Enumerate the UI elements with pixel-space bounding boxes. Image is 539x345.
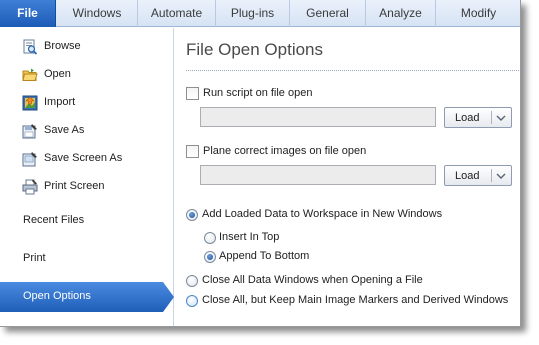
sidebar-item-open-options[interactable]: Open Options <box>0 282 174 312</box>
append-to-bottom-label: Append To Bottom <box>219 250 310 262</box>
tab-windows[interactable]: Windows <box>57 0 137 27</box>
insert-in-top-label: Insert In Top <box>219 231 280 243</box>
tab-file[interactable]: File <box>0 0 56 27</box>
run-script-checkbox[interactable] <box>186 87 199 100</box>
sidebar-item-label: Print Screen <box>44 180 105 192</box>
tab-general[interactable]: General <box>289 0 365 27</box>
plane-correct-label: Plane correct images on file open <box>203 145 367 157</box>
sidebar-item-label: Open <box>44 68 71 80</box>
split-divider <box>491 169 492 182</box>
add-to-workspace-radio[interactable] <box>186 209 198 221</box>
file-open-options-panel: File Open Options Run script on file ope… <box>175 28 520 326</box>
sidebar-item-label: Open Options <box>23 290 91 302</box>
chevron-down-icon[interactable] <box>496 173 506 179</box>
import-icon <box>22 95 38 111</box>
sidebar-item-label: Browse <box>44 40 81 52</box>
run-script-load-button[interactable]: Load <box>444 107 512 128</box>
title-divider <box>186 70 520 71</box>
plane-correct-load-button[interactable]: Load <box>444 165 512 186</box>
insert-in-top-radio[interactable] <box>204 232 216 244</box>
backstage-sidebar: Browse Open Import Save As Save Screen A… <box>0 28 174 326</box>
load-button-label: Load <box>455 112 480 124</box>
tab-analyze[interactable]: Analyze <box>365 0 435 27</box>
sidebar-item-label: Save As <box>44 124 85 136</box>
run-script-path-field[interactable] <box>200 107 436 127</box>
open-folder-icon <box>22 68 38 81</box>
sidebar-item-label: Save Screen As <box>44 152 123 164</box>
split-divider <box>491 111 492 124</box>
close-all-keep-markers-radio[interactable] <box>186 295 198 307</box>
plane-correct-checkbox[interactable] <box>186 145 199 158</box>
append-to-bottom-radio[interactable] <box>204 251 216 263</box>
sidebar-item-print-screen[interactable]: Print Screen <box>0 175 174 199</box>
sidebar-item-browse[interactable]: Browse <box>0 35 174 59</box>
sidebar-item-label: Import <box>44 96 76 108</box>
plane-correct-path-field[interactable] <box>200 165 436 185</box>
close-all-windows-label: Close All Data Windows when Opening a Fi… <box>202 274 423 286</box>
close-all-windows-radio[interactable] <box>186 275 198 287</box>
add-to-workspace-label: Add Loaded Data to Workspace in New Wind… <box>202 208 443 220</box>
close-all-keep-markers-label: Close All, but Keep Main Image Markers a… <box>202 294 509 306</box>
application-window: File Windows Automate Plug-ins General A… <box>0 0 521 327</box>
sidebar-item-recent-files[interactable]: Recent Files <box>23 214 84 226</box>
save-as-icon <box>22 124 37 139</box>
sidebar-item-open[interactable]: Open <box>0 63 174 87</box>
sidebar-item-save-as[interactable]: Save As <box>0 119 174 143</box>
sidebar-item-save-screen-as[interactable]: Save Screen As <box>0 147 174 171</box>
print-screen-icon <box>22 179 38 195</box>
save-screen-icon <box>22 152 37 167</box>
chevron-down-icon[interactable] <box>496 115 506 121</box>
ribbon-tab-bar: File Windows Automate Plug-ins General A… <box>0 0 520 27</box>
load-button-label: Load <box>455 170 480 182</box>
browse-icon <box>23 39 38 55</box>
sidebar-item-import[interactable]: Import <box>0 91 174 115</box>
tab-automate[interactable]: Automate <box>137 0 215 27</box>
run-script-label: Run script on file open <box>203 87 313 99</box>
tab-modify[interactable]: Modify <box>435 0 520 27</box>
page-title: File Open Options <box>186 40 324 59</box>
sidebar-item-print[interactable]: Print <box>23 252 46 264</box>
tab-plug-ins[interactable]: Plug-ins <box>215 0 289 27</box>
